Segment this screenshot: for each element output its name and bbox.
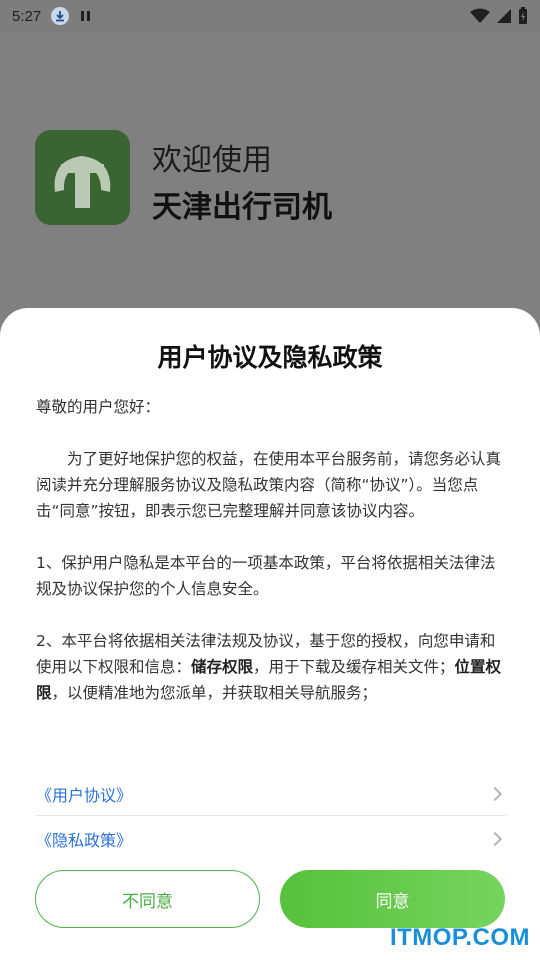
user-agreement-link[interactable]: 《用户协议》 <box>36 772 506 816</box>
pause-icon <box>81 11 91 21</box>
download-icon <box>51 7 70 25</box>
paragraph-intro: 为了更好地保护您的权益，在使用本平台服务前，请您务必认真阅读并充分理解服务协议及… <box>36 446 506 524</box>
signal-icon <box>497 9 511 23</box>
status-icons-left <box>51 7 91 25</box>
privacy-policy-link[interactable]: 《隐私政策》 <box>36 817 506 861</box>
paragraph-permissions: 2、本平台将依据相关法律法规及协议，基于您的授权，向您申请和使用以下权限和信息：… <box>36 628 506 706</box>
app-logo-icon <box>35 130 130 225</box>
paragraph-intro-text: 为了更好地保护您的权益，在使用本平台服务前，请您务必认真阅读并充分理解服务协议及… <box>36 450 502 520</box>
storage-permission-label: 储存权限 <box>191 658 254 676</box>
app-name: 天津出行司机 <box>152 190 332 225</box>
dialog-title: 用户协议及隐私政策 <box>157 343 383 372</box>
welcome-text: 欢迎使用 <box>152 143 272 178</box>
watermark: ITMOP.COM <box>389 924 530 951</box>
battery-icon <box>519 7 527 24</box>
dialog-body: 尊敬的用户您好： 为了更好地保护您的权益，在使用本平台服务前，请您务必认真阅读并… <box>36 394 506 706</box>
user-agreement-label: 《用户协议》 <box>36 785 133 805</box>
status-bar: 5:27 <box>0 0 540 32</box>
status-time: 5:27 <box>12 7 42 25</box>
status-icons-right <box>470 7 528 25</box>
storage-permission-desc: ，用于下载及缓存相关文件； <box>253 658 455 676</box>
privacy-policy-label: 《隐私政策》 <box>36 831 133 850</box>
disagree-button[interactable]: 不同意 <box>35 870 260 928</box>
chevron-right-icon <box>487 786 503 801</box>
paragraph-privacy: 1、保护用户隐私是本平台的一项基本政策，平台将依据相关法律法规及协议保护您的个人… <box>36 554 496 598</box>
app-logo <box>35 130 130 225</box>
location-permission-desc: ，以便精准地为您派单，并获取相关导航服务； <box>51 684 378 702</box>
chevron-right-icon <box>487 831 503 847</box>
agree-button[interactable]: 同意 <box>280 870 505 928</box>
wifi-icon <box>470 8 490 23</box>
agreement-dialog: 用户协议及隐私政策 尊敬的用户您好： 为了更好地保护您的权益，在使用本平台服务前… <box>0 308 540 960</box>
greeting-text: 尊敬的用户您好： <box>36 398 161 416</box>
